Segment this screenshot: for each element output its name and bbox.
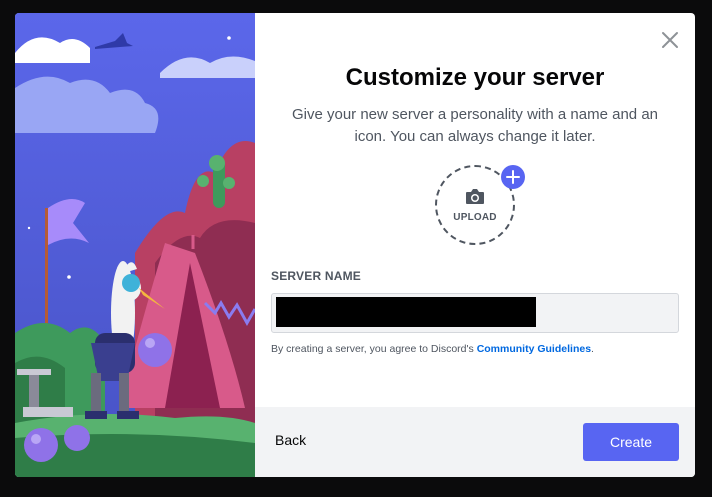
close-button[interactable]: [659, 29, 681, 51]
redaction-block: [276, 297, 536, 327]
community-guidelines-link[interactable]: Community Guidelines: [477, 343, 591, 355]
modal-footer: Back Create: [255, 407, 695, 477]
terms-text: By creating a server, you agree to Disco…: [271, 343, 594, 355]
illustration: [15, 13, 255, 477]
camera-icon: [466, 189, 484, 204]
terms-suffix: .: [591, 343, 594, 355]
modal-title: Customize your server: [345, 64, 605, 91]
plus-icon: [506, 170, 520, 184]
create-button[interactable]: Create: [583, 423, 679, 461]
server-form-panel: Customize your server Give your new serv…: [255, 13, 695, 477]
plus-badge: [501, 165, 525, 189]
create-server-modal: Customize your server Give your new serv…: [15, 13, 695, 477]
back-button[interactable]: Back: [275, 432, 306, 448]
terms-prefix: By creating a server, you agree to Disco…: [271, 343, 477, 355]
server-name-label: SERVER NAME: [271, 269, 361, 283]
upload-icon-button[interactable]: UPLOAD: [435, 165, 525, 245]
upload-label: UPLOAD: [453, 212, 497, 223]
close-icon: [662, 32, 678, 48]
modal-subtitle: Give your new server a personality with …: [291, 106, 659, 145]
